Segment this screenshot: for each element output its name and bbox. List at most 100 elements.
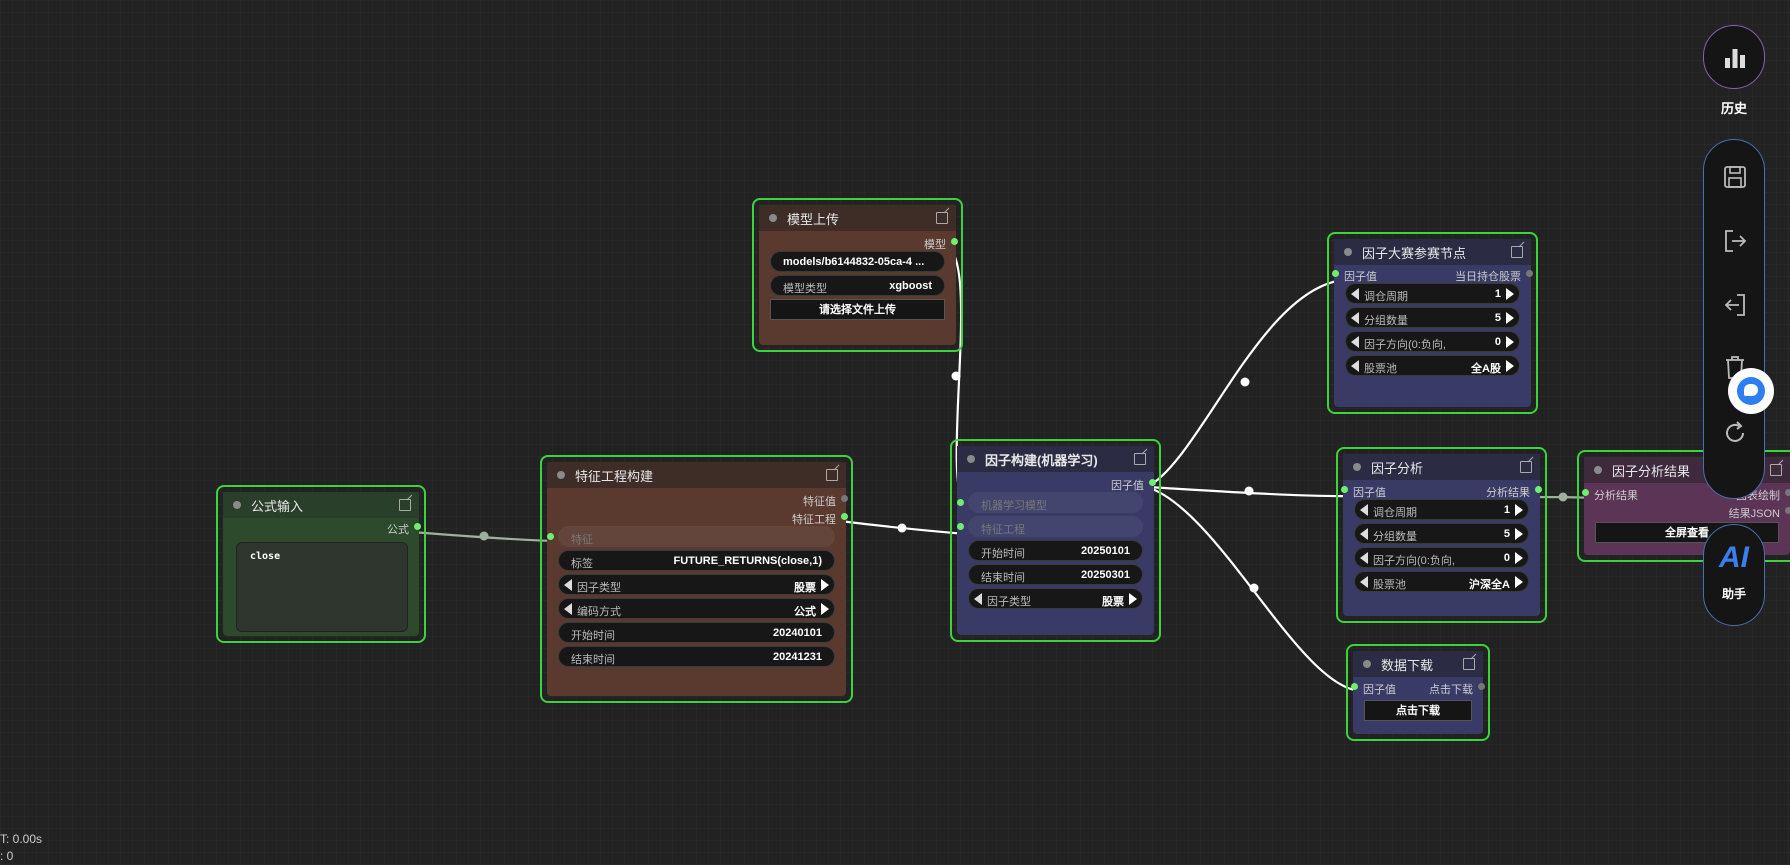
output-port[interactable] <box>841 495 848 502</box>
arrow-left-icon[interactable] <box>1351 360 1359 372</box>
edit-icon[interactable] <box>1463 658 1475 670</box>
stock-pool-widget[interactable]: 股票池 沪深全A <box>1354 571 1529 592</box>
arrow-right-icon[interactable] <box>1129 593 1137 605</box>
output-port[interactable] <box>1478 683 1485 690</box>
output-port[interactable] <box>414 523 421 530</box>
ml-model-slot[interactable]: 机器学习模型 <box>957 492 1143 513</box>
node-header[interactable]: 数据下载 <box>1353 651 1483 677</box>
factor-type-widget[interactable]: 因子类型 股票 <box>968 588 1143 609</box>
widget-value: 20250101 <box>1081 545 1130 557</box>
arrow-right-icon[interactable] <box>1506 336 1514 348</box>
output-port[interactable] <box>1535 486 1542 493</box>
feature-input-slot[interactable]: 特征 <box>547 526 835 547</box>
end-date-widget[interactable]: 结束时间 20241231 <box>558 646 835 667</box>
data-download-node[interactable]: 数据下载 因子值 点击下载 点击下载 <box>1346 644 1490 741</box>
arrow-right-icon[interactable] <box>821 579 829 591</box>
factor-contest-node[interactable]: 因子大赛参赛节点 因子值 当日持仓股票 调仓周期 1 分组数量 5 因子方向(0… <box>1327 232 1538 414</box>
input-port[interactable] <box>1582 489 1589 496</box>
output-port[interactable] <box>1526 270 1533 277</box>
import-icon[interactable] <box>1722 292 1748 318</box>
arrow-right-icon[interactable] <box>1506 360 1514 372</box>
factor-type-widget[interactable]: 因子类型 股票 <box>558 574 835 595</box>
arrow-left-icon[interactable] <box>1360 504 1368 516</box>
factor-direction-widget[interactable]: 因子方向(0:负向, 0 <box>1345 331 1520 352</box>
ai-assistant-panel[interactable]: AI 助手 <box>1703 524 1765 626</box>
arrow-left-icon[interactable] <box>1351 312 1359 324</box>
edit-icon[interactable] <box>399 499 411 511</box>
arrow-right-icon[interactable] <box>1515 504 1523 516</box>
input-port[interactable] <box>957 523 964 530</box>
formula-textarea[interactable]: close <box>236 542 408 632</box>
arrow-left-icon[interactable] <box>1360 528 1368 540</box>
output-label: 点击下载 <box>1429 684 1473 696</box>
start-date-widget[interactable]: 开始时间 20240101 <box>558 622 835 643</box>
chat-bubble-icon[interactable] <box>1728 368 1774 414</box>
output-port[interactable] <box>1785 507 1790 514</box>
bar-chart-icon[interactable] <box>1722 45 1748 71</box>
export-icon[interactable] <box>1722 228 1748 254</box>
edit-icon[interactable] <box>1770 464 1782 476</box>
output-port[interactable] <box>951 238 958 245</box>
arrow-left-icon[interactable] <box>1360 576 1368 588</box>
widget-value: xgboost <box>889 280 932 292</box>
model-type-widget[interactable]: 模型类型 xgboost <box>770 275 945 296</box>
arrow-right-icon[interactable] <box>821 603 829 615</box>
arrow-left-icon[interactable] <box>1351 288 1359 300</box>
arrow-left-icon[interactable] <box>1351 336 1359 348</box>
formula-input-node[interactable]: 公式输入 公式 close <box>216 485 426 643</box>
upload-file-button[interactable]: 请选择文件上传 <box>770 299 945 320</box>
group-count-widget[interactable]: 分组数量 5 <box>1354 523 1529 544</box>
model-upload-node[interactable]: 模型上传 模型 models/b6144832-05ca-4 ... 模型类型 … <box>752 198 963 352</box>
toolbar-panel[interactable] <box>1703 139 1765 499</box>
input-port[interactable] <box>1332 270 1339 277</box>
download-button[interactable]: 点击下载 <box>1364 700 1472 721</box>
input-port[interactable] <box>1351 683 1358 690</box>
arrow-left-icon[interactable] <box>564 603 572 615</box>
node-header[interactable]: 因子构建(机器学习) <box>957 446 1154 472</box>
stock-pool-widget[interactable]: 股票池 全A股 <box>1345 355 1520 376</box>
save-icon[interactable] <box>1722 164 1748 190</box>
factor-analysis-node[interactable]: 因子分析 因子值 分析结果 调仓周期 1 分组数量 5 因子方向(0:负向, 0 <box>1336 447 1547 623</box>
end-date-widget[interactable]: 结束时间 20250301 <box>968 564 1143 585</box>
history-panel[interactable] <box>1703 25 1765 89</box>
factor-direction-widget[interactable]: 因子方向(0:负向, 0 <box>1354 547 1529 568</box>
model-path-widget[interactable]: models/b6144832-05ca-4 ... <box>770 251 945 272</box>
arrow-left-icon[interactable] <box>564 579 572 591</box>
arrow-left-icon[interactable] <box>1360 552 1368 564</box>
edit-icon[interactable] <box>826 469 838 481</box>
factor-build-node[interactable]: 因子构建(机器学习) 因子值 机器学习模型 特征工程 开始时间 20250101… <box>950 439 1161 642</box>
input-port[interactable] <box>1341 486 1348 493</box>
node-header[interactable]: 公式输入 <box>223 492 419 518</box>
output-port[interactable] <box>1149 479 1156 486</box>
output-port[interactable] <box>1785 489 1790 496</box>
refresh-icon[interactable] <box>1722 420 1748 446</box>
edit-icon[interactable] <box>1134 453 1146 465</box>
arrow-right-icon[interactable] <box>1506 288 1514 300</box>
output-port[interactable] <box>841 513 848 520</box>
edit-icon[interactable] <box>936 212 948 224</box>
arrow-right-icon[interactable] <box>1506 312 1514 324</box>
edit-icon[interactable] <box>1520 461 1532 473</box>
input-port[interactable] <box>957 499 964 506</box>
node-header[interactable]: 特征工程构建 <box>547 462 846 488</box>
widget-label: 编码方式 <box>577 606 621 618</box>
feature-engineering-node[interactable]: 特征工程构建 特征值 特征工程 特征 标签 FUTURE_RETURNS(clo… <box>540 455 853 703</box>
node-header[interactable]: 模型上传 <box>759 205 956 231</box>
label-widget[interactable]: 标签 FUTURE_RETURNS(close,1) <box>558 550 835 571</box>
rebalance-period-widget[interactable]: 调仓周期 1 <box>1354 499 1529 520</box>
edit-icon[interactable] <box>1511 246 1523 258</box>
node-header[interactable]: 因子大赛参赛节点 <box>1334 239 1531 265</box>
feature-eng-slot[interactable]: 特征工程 <box>957 516 1143 537</box>
node-header[interactable]: 因子分析 <box>1343 454 1540 480</box>
arrow-right-icon[interactable] <box>1515 576 1523 588</box>
input-port[interactable] <box>547 533 554 540</box>
slot-label: 特征工程 <box>981 524 1025 536</box>
output-label: 公式 <box>387 524 409 536</box>
arrow-left-icon[interactable] <box>974 593 982 605</box>
rebalance-period-widget[interactable]: 调仓周期 1 <box>1345 283 1520 304</box>
arrow-right-icon[interactable] <box>1515 528 1523 540</box>
group-count-widget[interactable]: 分组数量 5 <box>1345 307 1520 328</box>
start-date-widget[interactable]: 开始时间 20250101 <box>968 540 1143 561</box>
arrow-right-icon[interactable] <box>1515 552 1523 564</box>
encode-widget[interactable]: 编码方式 公式 <box>558 598 835 619</box>
